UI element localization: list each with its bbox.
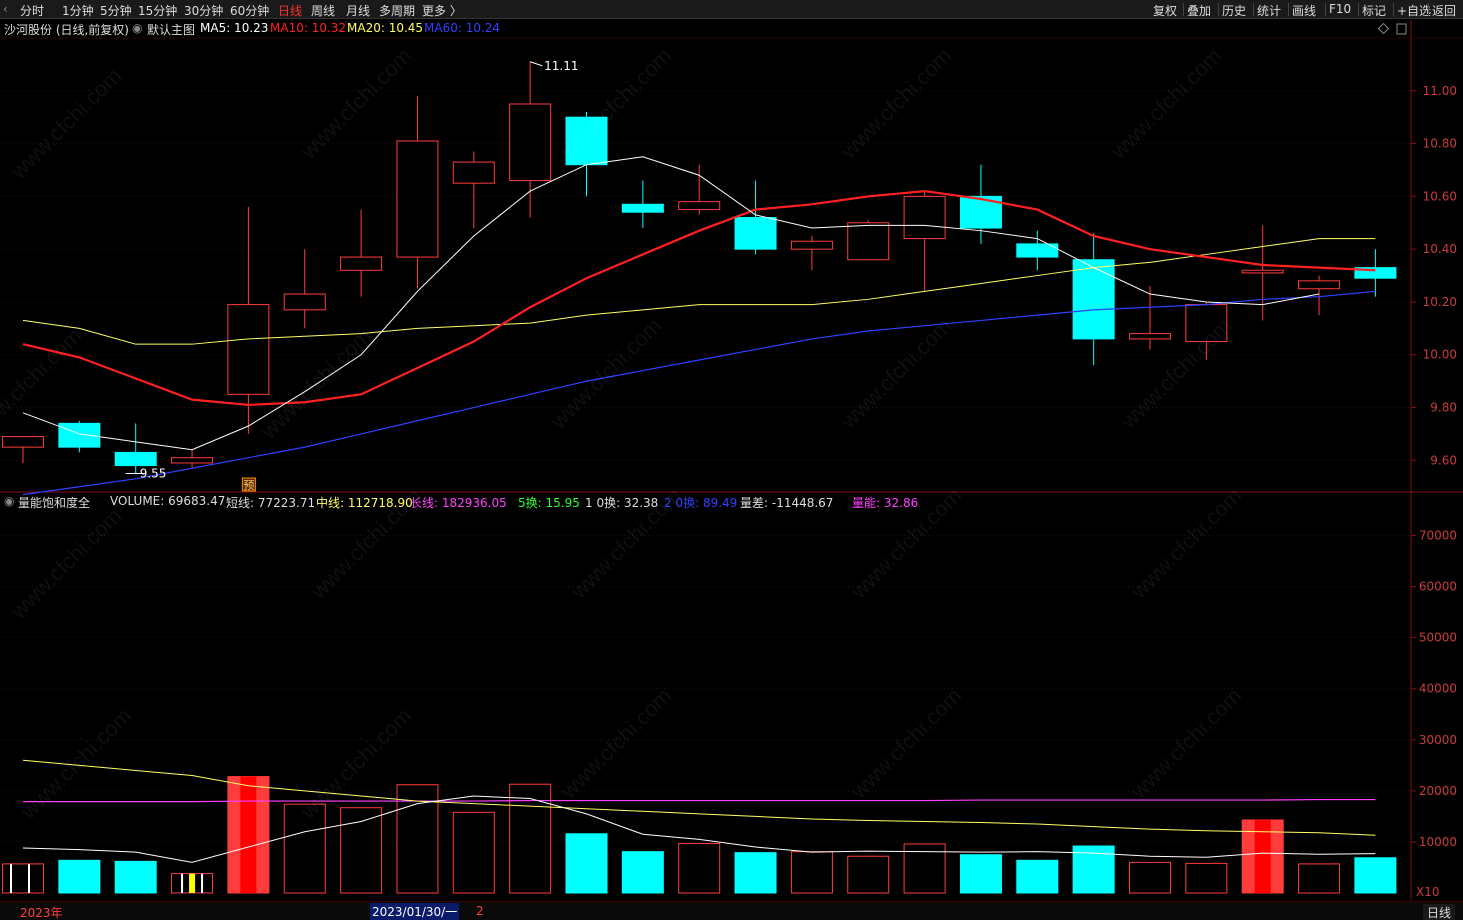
time-axis-bar: 2023年 2023/01/30/一 2 日线 [0, 901, 1463, 920]
volume-tick-label: 70000 [1419, 529, 1457, 543]
candle-body [1129, 333, 1171, 340]
volume-tick-label: 60000 [1419, 580, 1457, 594]
watermark: www.cfchi.com [1125, 683, 1246, 804]
watermark: www.cfchi.com [1125, 483, 1246, 604]
candle-body [58, 422, 101, 448]
volume-tick-label: 30000 [1419, 733, 1457, 747]
volume-scale-label: X10 [1416, 885, 1440, 899]
volume-tick-label: 10000 [1419, 835, 1457, 849]
volume-tick-label: 20000 [1419, 784, 1457, 798]
volume-bar [114, 860, 157, 894]
watermark: www.cfchi.com [845, 483, 966, 604]
volume-bar [565, 833, 608, 894]
candle-body [171, 457, 214, 464]
volume-bar [2, 863, 44, 894]
high-label: 11.11 [544, 59, 578, 73]
watermark: www.cfchi.com [305, 483, 426, 604]
price-tick-label: 10.00 [1423, 348, 1457, 362]
cursor-date-label: 2023/01/30/一 [370, 903, 460, 920]
watermark: www.cfchi.com [835, 43, 956, 164]
high-marker [529, 61, 543, 67]
candle-body [734, 216, 777, 250]
candle-body [678, 201, 721, 211]
window-icon [1396, 23, 1407, 35]
watermark: www.cfchi.com [15, 703, 136, 824]
vol-long-line [23, 798, 1376, 803]
candle-body [847, 222, 890, 261]
candle-body [1298, 280, 1341, 290]
price-tick-label: 9.60 [1430, 453, 1457, 467]
watermark: www.cfchi.com [845, 683, 966, 804]
volume-bar [734, 852, 777, 894]
price-tick-label: 9.80 [1430, 401, 1457, 415]
page-number: 2 [476, 904, 484, 918]
forecast-badge-label: 预 [243, 479, 254, 492]
volume-bar [58, 859, 101, 894]
candle-body [1072, 259, 1115, 340]
diamond-icon [1377, 22, 1390, 35]
volume-tick-label: 40000 [1419, 682, 1457, 696]
candle-body [790, 240, 833, 250]
volume-bar [1129, 861, 1171, 894]
price-tick-label: 10.40 [1423, 242, 1457, 256]
volume-bar [790, 851, 833, 894]
volume-bar [1016, 859, 1059, 894]
volume-bar-highlight [1254, 819, 1271, 893]
volume-bar-highlight [189, 873, 196, 893]
candle-body [903, 195, 946, 240]
volume-bar [678, 842, 721, 894]
volume-bar [1185, 862, 1228, 894]
ma20-line [22, 238, 1376, 345]
volume-bar [621, 851, 664, 894]
watermark: www.cfchi.com [555, 683, 676, 804]
price-tick-label: 10.20 [1423, 295, 1457, 309]
watermark: www.cfchi.com [1115, 313, 1236, 434]
price-tick-label: 10.60 [1423, 189, 1457, 203]
candle-body [114, 451, 157, 467]
low-label: 9.55 [140, 467, 167, 481]
candle-body [283, 293, 326, 311]
year-label: 2023年 [20, 906, 63, 920]
watermark: www.cfchi.com [1105, 43, 1226, 164]
candle-body [340, 256, 383, 271]
volume-bar [340, 807, 383, 894]
watermark: www.cfchi.com [5, 503, 126, 624]
watermark: www.cfchi.com [5, 63, 126, 184]
candle-body [2, 436, 44, 448]
volume-bar [847, 855, 890, 894]
candle-body [452, 161, 495, 184]
volume-bar-highlight [240, 776, 257, 893]
volume-bar [1354, 857, 1397, 894]
volume-tick-label: 50000 [1419, 631, 1457, 645]
volume-bar [1298, 863, 1341, 894]
candle-body [227, 304, 270, 395]
candle-body [621, 203, 664, 213]
candle-body [396, 140, 439, 258]
price-tick-label: 10.80 [1423, 137, 1457, 151]
watermark: www.cfchi.com [565, 483, 686, 604]
watermark: www.cfchi.com [835, 313, 956, 434]
volume-bar [959, 854, 1002, 894]
watermark: www.cfchi.com [255, 323, 376, 444]
candle-body [509, 103, 552, 182]
stock-chart[interactable]: 11.00 10.80 10.60 10.40 10.20 10.00 9.80 9.60 70… [0, 0, 1463, 920]
candle-body [1241, 269, 1284, 274]
volume-bar [452, 811, 495, 894]
watermark: www.cfchi.com [545, 313, 666, 434]
period-label[interactable]: 日线 [1423, 904, 1456, 920]
price-tick-label: 11.00 [1423, 84, 1457, 98]
